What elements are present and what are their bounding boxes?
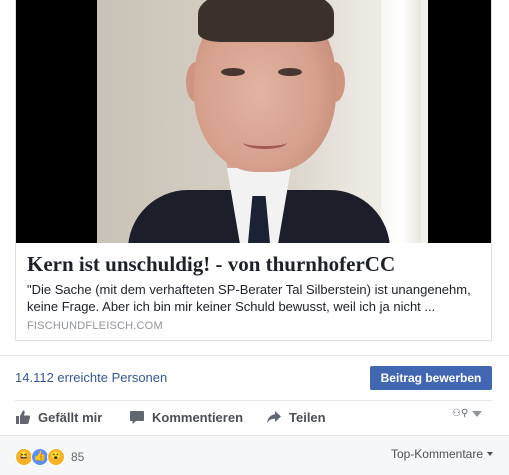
divider bbox=[15, 400, 492, 401]
post-as-selector[interactable]: ⚇⚲ bbox=[452, 408, 483, 419]
divider bbox=[0, 355, 509, 356]
page-avatars-icon: ⚇⚲ bbox=[452, 408, 469, 419]
comment-icon bbox=[130, 411, 144, 424]
reactions-bar: 😆 👍 😮 85 Top-Kommentare bbox=[0, 435, 509, 475]
link-domain: FISCHUNDFLEISCH.COM bbox=[27, 320, 163, 332]
preview-image[interactable] bbox=[16, 0, 491, 243]
link-description: "Die Sache (mit dem verhafteten SP-Berat… bbox=[27, 282, 471, 314]
like-button[interactable]: Gefällt mir bbox=[15, 407, 102, 427]
link-title[interactable]: Kern ist unschuldig! - von thurnhoferCC bbox=[27, 252, 395, 277]
comment-label: Kommentieren bbox=[152, 409, 244, 425]
thumbs-up-icon bbox=[16, 410, 31, 424]
promote-post-button[interactable]: Beitrag bewerben bbox=[370, 366, 492, 390]
post-card: Kern ist unschuldig! - von thurnhoferCC … bbox=[0, 0, 509, 475]
share-arrow-icon bbox=[267, 411, 281, 423]
reactions-summary[interactable]: 😆 👍 😮 85 bbox=[15, 448, 84, 466]
comment-sort-label: Top-Kommentare bbox=[390, 447, 483, 461]
wow-emoji-icon: 😮 bbox=[47, 448, 65, 466]
like-label: Gefällt mir bbox=[38, 409, 103, 425]
share-label: Teilen bbox=[289, 409, 326, 425]
reaction-count: 85 bbox=[71, 450, 85, 464]
comment-button[interactable]: Kommentieren bbox=[129, 407, 243, 427]
chevron-down-icon bbox=[472, 410, 483, 417]
share-button[interactable]: Teilen bbox=[266, 407, 326, 427]
chevron-down-icon bbox=[487, 452, 493, 456]
comment-sort-dropdown[interactable]: Top-Kommentare bbox=[391, 447, 493, 461]
link-preview[interactable]: Kern ist unschuldig! - von thurnhoferCC … bbox=[15, 0, 492, 341]
reach-count-link[interactable]: 14.112 erreichte Personen bbox=[15, 370, 167, 385]
